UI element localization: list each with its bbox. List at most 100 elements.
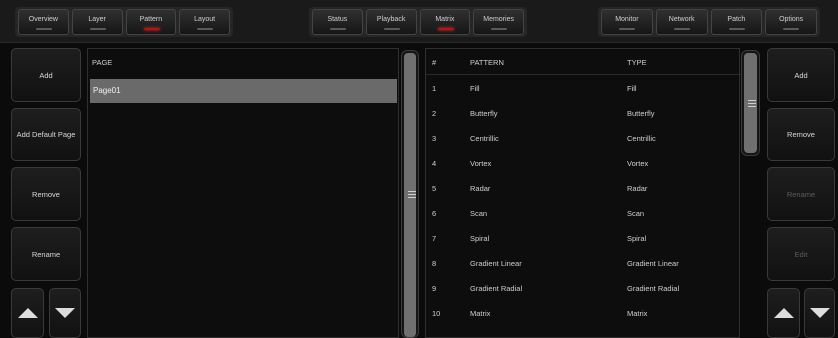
row-pattern: Butterfly [470, 109, 498, 118]
tab-layout[interactable]: Layout [179, 9, 230, 35]
tab-indicator-led [619, 28, 635, 30]
tab-indicator-led [36, 28, 52, 30]
tab-label: Playback [376, 16, 406, 23]
row-pattern: Vortex [470, 159, 492, 168]
row-index: 7 [432, 234, 437, 243]
table-row[interactable]: 5 Radar Radar [426, 176, 741, 201]
table-row[interactable]: 3 Centrillic Centrillic [426, 126, 741, 151]
tab-status[interactable]: Status [312, 9, 363, 35]
tab-label: Options [779, 16, 804, 23]
row-type: Spiral [627, 234, 647, 243]
row-index: 9 [432, 284, 437, 293]
tab-indicator-led [437, 28, 454, 30]
pattern-table: # PATTERN TYPE 1 Fill Fill 2 Butterfly Butte… [425, 48, 741, 338]
row-type: Radar [627, 184, 648, 193]
row-type: Butterfly [627, 109, 655, 118]
page-column-header: PAGE [92, 58, 113, 67]
pattern-table-scrollbar[interactable] [741, 50, 760, 156]
table-row[interactable]: 6 Scan Scan [426, 201, 741, 226]
page-scroll-down-button[interactable] [49, 288, 81, 338]
row-pattern: Centrillic [470, 134, 499, 143]
table-row[interactable]: 9 Gradient Radial Gradient Radial [426, 276, 741, 301]
arrow-up-icon [17, 308, 38, 318]
page-item-label: Page01 [93, 86, 121, 95]
table-row[interactable]: 2 Butterfly Butterfly [426, 101, 741, 126]
table-row[interactable]: 4 Vortex Vortex [426, 151, 741, 176]
row-pattern: Fill [470, 84, 480, 93]
tab-options[interactable]: Options [765, 9, 817, 35]
remove-pattern-button[interactable]: Remove [767, 108, 835, 161]
page-scroll-up-button[interactable] [11, 288, 44, 338]
table-row[interactable]: 7 Spiral Spiral [426, 226, 741, 251]
tab-indicator-led [383, 28, 400, 30]
tab-label: Patch [727, 16, 746, 23]
row-pattern: Scan [470, 209, 488, 218]
row-pattern: Radar [470, 184, 491, 193]
pattern-scroll-thumb[interactable] [744, 53, 757, 153]
row-pattern: Gradient Linear [470, 259, 522, 268]
tab-playback[interactable]: Playback [365, 9, 417, 35]
tab-indicator-led [673, 28, 690, 30]
tab-network[interactable]: Network [655, 9, 708, 35]
add-pattern-button[interactable]: Add [767, 48, 835, 102]
row-pattern: Matrix [470, 309, 491, 318]
arrow-down-icon [809, 308, 830, 318]
add-page-button[interactable]: Add [11, 48, 81, 102]
tab-indicator-led [783, 28, 800, 30]
row-index: 8 [432, 259, 437, 268]
tab-monitor[interactable]: Monitor [601, 9, 653, 35]
tab-indicator-led [197, 28, 214, 30]
edit-pattern-button[interactable]: Edit [767, 227, 835, 281]
pattern-scroll-down-button[interactable] [804, 288, 835, 338]
row-pattern: Gradient Radial [470, 284, 523, 293]
tab-group-playback: Status Playback Matrix Memories [309, 7, 527, 37]
type-column-header: TYPE [627, 58, 647, 67]
tab-label: Layer [88, 16, 106, 23]
index-column-header: # [432, 58, 437, 67]
row-index: 3 [432, 134, 437, 143]
row-type: Centrillic [627, 134, 656, 143]
tab-label: Network [668, 16, 695, 23]
row-index: 2 [432, 109, 437, 118]
row-pattern: Spiral [470, 234, 490, 243]
tab-memories[interactable]: Memories [473, 9, 524, 35]
header-divider [426, 74, 741, 75]
page-list-panel: PAGE Page01 [87, 48, 399, 338]
tab-group-pattern: Overview Layer Pattern Layout [15, 7, 233, 37]
tab-overview[interactable]: Overview [18, 9, 69, 35]
tab-label: Matrix [435, 16, 455, 23]
page-list-item[interactable]: Page01 [90, 79, 397, 103]
tab-label: Memories [483, 16, 514, 23]
row-type: Gradient Linear [627, 259, 679, 268]
page-scroll-thumb[interactable] [404, 53, 416, 337]
arrow-down-icon [55, 308, 75, 318]
tab-label: Layout [194, 16, 216, 23]
tab-layer[interactable]: Layer [71, 9, 123, 35]
row-type: Gradient Radial [627, 284, 680, 293]
row-index: 4 [432, 159, 437, 168]
row-type: Vortex [627, 159, 649, 168]
row-index: 6 [432, 209, 437, 218]
add-default-page-button[interactable]: Add Default Page [11, 108, 81, 161]
table-row[interactable]: 10 Matrix Matrix [426, 301, 741, 326]
scroll-grip-icon [408, 191, 416, 198]
table-row[interactable]: 1 Fill Fill [426, 76, 741, 101]
tab-indicator-led [330, 28, 346, 30]
tab-indicator-led [143, 28, 160, 30]
tab-label: Monitor [615, 16, 639, 23]
rename-page-button[interactable]: Rename [11, 227, 81, 281]
pattern-scroll-up-button[interactable] [767, 288, 800, 338]
scroll-grip-icon [748, 100, 756, 107]
page-list-scrollbar[interactable] [401, 50, 419, 338]
rename-pattern-button[interactable]: Rename [767, 167, 835, 221]
tab-matrix[interactable]: Matrix [419, 9, 471, 35]
arrow-up-icon [773, 308, 794, 318]
remove-page-button[interactable]: Remove [11, 167, 81, 221]
tab-pattern[interactable]: Pattern [125, 9, 177, 35]
table-row[interactable]: 8 Gradient Linear Gradient Linear [426, 251, 741, 276]
tab-patch[interactable]: Patch [710, 9, 763, 35]
tab-group-system: Monitor Network Patch Options [598, 7, 820, 37]
tab-indicator-led [728, 28, 745, 30]
tab-label: Overview [28, 16, 58, 23]
row-index: 5 [432, 184, 437, 193]
